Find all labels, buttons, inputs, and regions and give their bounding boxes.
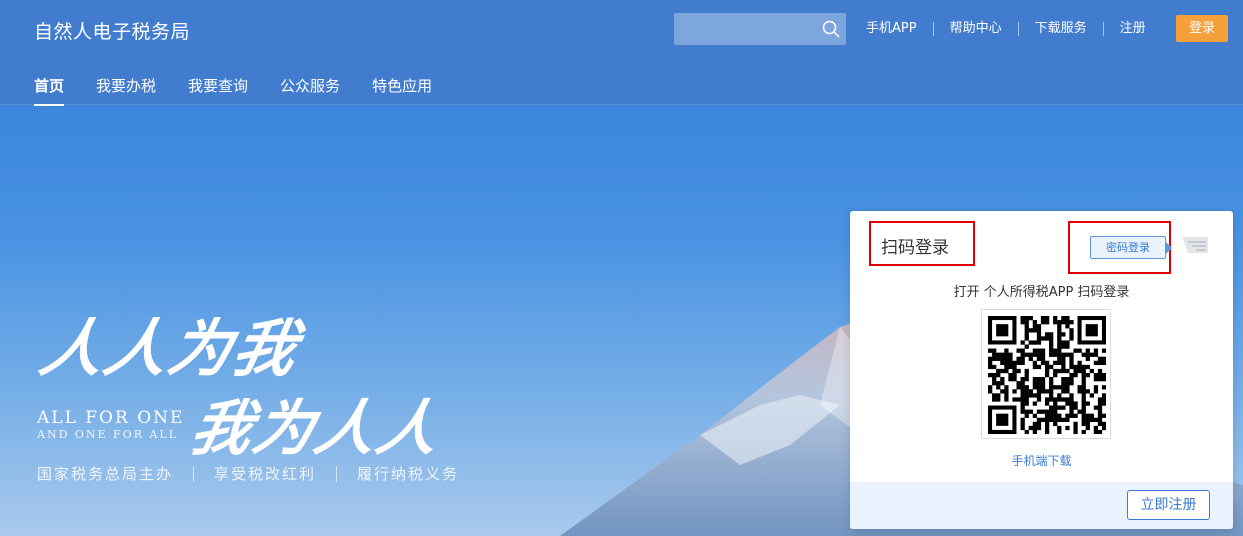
search-box[interactable]	[674, 13, 846, 45]
mobile-download-link[interactable]: 手机端下载	[850, 452, 1233, 469]
search-icon[interactable]	[822, 20, 840, 38]
highlight-box-password: 密码登录	[1068, 221, 1172, 274]
register-now-button[interactable]: 立即注册	[1127, 490, 1210, 520]
top-links: 手机APP 帮助中心 下载服务 注册	[850, 19, 1162, 39]
link-mobile-app[interactable]: 手机APP	[850, 22, 934, 36]
nav-public-service[interactable]: 公众服务	[280, 75, 340, 106]
computer-icon[interactable]	[1180, 235, 1210, 257]
slogan-line-1: 人人为我	[34, 312, 306, 385]
link-help-center[interactable]: 帮助中心	[934, 22, 1019, 36]
qr-code-image	[988, 316, 1106, 434]
top-header: 自然人电子税务局 手机APP 帮助中心 下载服务 注册 登录 首页 我要办税 我…	[0, 0, 1243, 106]
login-card: 扫码登录 密码登录 打开 个人所得税APP 扫码登录 手机端下载 立即注册	[850, 211, 1233, 529]
nav-query[interactable]: 我要查询	[188, 75, 248, 106]
card-footer: 立即注册	[850, 482, 1233, 529]
hero-taglines: 国家税务总局主办 享受税改红利 履行纳税义务	[37, 466, 479, 482]
tagline: 享受税改红利	[194, 466, 338, 482]
nav-home[interactable]: 首页	[34, 75, 65, 106]
tagline: 国家税务总局主办	[37, 466, 195, 482]
login-button[interactable]: 登录	[1176, 15, 1228, 42]
slogan-english-2: AND ONE FOR ALL	[37, 428, 179, 441]
nav-featured-apps[interactable]: 特色应用	[372, 75, 432, 106]
slogan-english-1: ALL FOR ONE	[37, 408, 185, 428]
link-register[interactable]: 注册	[1104, 22, 1162, 36]
highlight-box-title: 扫码登录	[869, 221, 975, 266]
nav-tax-handling[interactable]: 我要办税	[96, 75, 156, 106]
search-input[interactable]	[674, 13, 814, 45]
scan-hint: 打开 个人所得税APP 扫码登录	[953, 285, 1130, 300]
qr-code	[981, 309, 1111, 439]
qr-login-title: 扫码登录	[881, 238, 949, 258]
password-login-button[interactable]: 密码登录	[1090, 236, 1172, 259]
tagline: 履行纳税义务	[357, 465, 460, 483]
slogan-line-2: 我为人人	[184, 394, 448, 464]
site-title[interactable]: 自然人电子税务局	[34, 17, 190, 44]
link-download[interactable]: 下载服务	[1019, 22, 1104, 36]
main-nav: 首页 我要办税 我要查询 公众服务 特色应用	[34, 75, 464, 106]
